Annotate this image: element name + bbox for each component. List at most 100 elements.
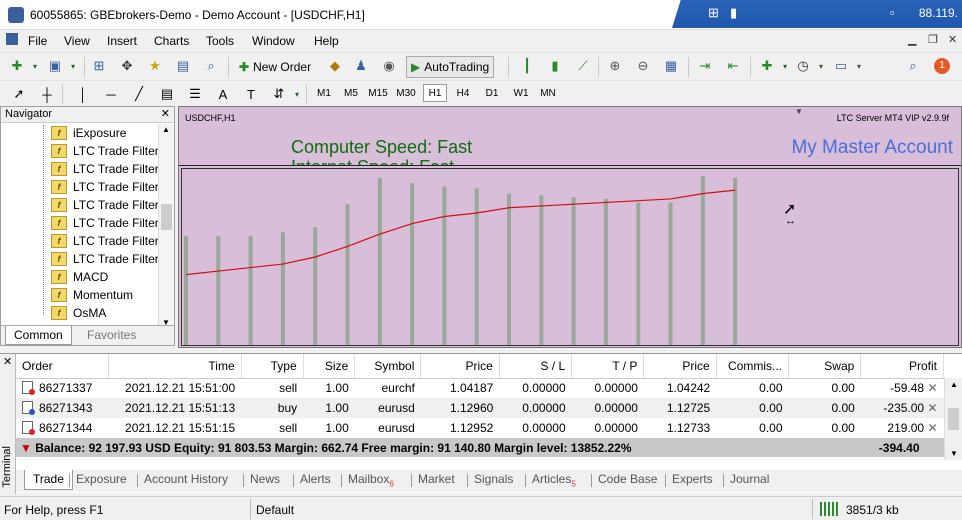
navigator-item[interactable]: f LTC Trade Filter xyxy=(51,214,159,232)
minimize-icon[interactable]: ▫ xyxy=(890,5,895,20)
timeframe-h1[interactable]: H1 xyxy=(423,84,447,102)
menu-window[interactable]: Window xyxy=(252,34,295,48)
new-chart-icon[interactable]: ✚ xyxy=(8,57,26,75)
auto-scroll-icon[interactable]: ⇤ xyxy=(724,57,742,75)
close-order-icon[interactable]: ✕ xyxy=(924,401,937,415)
navigator-item[interactable]: f LTC Trade Filter xyxy=(51,232,159,250)
tab-exposure[interactable]: Exposure xyxy=(72,470,131,490)
timeframe-m5[interactable]: M5 xyxy=(339,84,363,102)
dropdown-icon[interactable]: ▾ xyxy=(26,57,44,75)
trendline-icon[interactable]: ╱ xyxy=(130,85,148,103)
dropdown-icon[interactable]: ▾ xyxy=(776,57,794,75)
column-header[interactable]: Swap xyxy=(788,354,862,379)
dropdown-icon[interactable]: ▾ xyxy=(850,57,868,75)
column-header[interactable]: Price xyxy=(420,354,500,379)
tab-account-history[interactable]: Account History xyxy=(140,470,232,490)
options-icon[interactable]: ♟ xyxy=(352,57,370,75)
vertical-line-icon[interactable]: │ xyxy=(74,85,92,103)
timeframe-d1[interactable]: D1 xyxy=(480,84,504,102)
menu-view[interactable]: View xyxy=(64,34,90,48)
tab-alerts[interactable]: Alerts xyxy=(296,470,335,490)
scroll-thumb[interactable] xyxy=(948,408,959,430)
tab-code-base[interactable]: Code Base xyxy=(594,470,661,490)
timeframe-m30[interactable]: M30 xyxy=(394,84,418,102)
arrows-icon[interactable]: ⇵ xyxy=(270,85,288,103)
fibonacci-icon[interactable]: ☰ xyxy=(186,85,204,103)
templates-icon[interactable]: ▭ xyxy=(832,57,850,75)
market-watch-icon[interactable]: ⊞ xyxy=(90,57,108,75)
subwindow-divider[interactable] xyxy=(179,165,961,166)
scroll-up-icon[interactable]: ▲ xyxy=(950,380,958,389)
scroll-up-icon[interactable]: ▲ xyxy=(162,125,170,134)
network-icon[interactable]: ⊞ xyxy=(708,5,719,21)
navigator-item[interactable]: f Momentum xyxy=(51,286,133,304)
data-window-icon[interactable]: ✥ xyxy=(118,57,136,75)
close-icon[interactable]: ✕ xyxy=(3,355,12,368)
navigator-item[interactable]: f LTC Trade Filter xyxy=(51,178,159,196)
tab-signals[interactable]: Signals xyxy=(470,470,517,490)
tab-news[interactable]: News xyxy=(246,470,284,490)
chart-window[interactable]: USDCHF,H1 LTC Server MT4 VIP v2.9.9f ▼ C… xyxy=(178,106,962,348)
navigator-item[interactable]: f LTC Trade Filter xyxy=(51,196,159,214)
column-header[interactable]: Commis... xyxy=(716,354,790,379)
menu-insert[interactable]: Insert xyxy=(107,34,137,48)
column-header[interactable]: Time xyxy=(108,354,242,379)
tab-market[interactable]: Market xyxy=(414,470,459,490)
chart-shift-icon[interactable]: ⇥ xyxy=(696,57,714,75)
candlestick-icon[interactable]: ▮ xyxy=(546,57,564,75)
tab-experts[interactable]: Experts xyxy=(668,470,717,490)
periods-icon[interactable]: ◷ xyxy=(794,57,812,75)
tab-common[interactable]: Common xyxy=(5,326,72,345)
menu-file[interactable]: File xyxy=(28,34,47,48)
tab-articles[interactable]: Articles5 xyxy=(528,470,580,490)
navigator-scrollbar[interactable]: ▲ ▼ xyxy=(158,124,174,328)
new-order-button[interactable]: ✚ New Order xyxy=(234,56,316,78)
table-row[interactable]: 86271344 2021.12.21 15:51:15 sell 1.00 eurus… xyxy=(16,418,944,438)
timeframe-mn[interactable]: MN xyxy=(536,84,560,102)
zoom-in-icon[interactable]: ⊕ xyxy=(606,57,624,75)
column-header[interactable]: Symbol xyxy=(354,354,422,379)
tab-trade[interactable]: Trade xyxy=(24,470,73,490)
navigator-item[interactable]: f OsMA xyxy=(51,304,106,322)
column-header[interactable]: Profit xyxy=(860,354,944,379)
column-header[interactable]: Size xyxy=(303,354,356,379)
menu-tools[interactable]: Tools xyxy=(206,34,234,48)
search-icon[interactable]: ⌕ xyxy=(904,57,922,75)
navigator-item[interactable]: f LTC Trade Filter xyxy=(51,250,159,268)
tile-windows-icon[interactable]: ▦ xyxy=(662,57,680,75)
mdi-close-icon[interactable]: ✕ xyxy=(948,33,957,46)
close-icon[interactable]: ✕ xyxy=(161,107,170,122)
column-header[interactable]: S / L xyxy=(499,354,573,379)
mdi-icon[interactable] xyxy=(6,33,18,45)
terminal-icon[interactable]: ▤ xyxy=(174,57,192,75)
navigator-item[interactable]: f LTC Trade Filter xyxy=(51,142,159,160)
mdi-minimize-icon[interactable]: ▁ xyxy=(908,33,916,46)
text-label-icon[interactable]: T xyxy=(242,85,260,103)
bar-chart-icon[interactable]: ┃ xyxy=(518,57,536,75)
close-order-icon[interactable]: ✕ xyxy=(924,421,937,435)
close-order-icon[interactable]: ✕ xyxy=(924,381,937,395)
column-header[interactable]: Type xyxy=(241,354,304,379)
table-row[interactable]: 86271343 2021.12.21 15:51:13 buy 1.00 eurusd… xyxy=(16,398,944,418)
zoom-out-icon[interactable]: ⊖ xyxy=(634,57,652,75)
cursor-icon[interactable]: ➚ xyxy=(10,85,28,103)
strategy-tester-icon[interactable]: ⌕ xyxy=(202,57,220,75)
column-header[interactable]: T / P xyxy=(571,354,645,379)
scroll-down-icon[interactable]: ▼ xyxy=(950,449,958,458)
terminal-scrollbar[interactable]: ▲ ▼ xyxy=(944,378,962,460)
line-chart-icon[interactable]: ⟋ xyxy=(574,57,592,75)
autotrading-button[interactable]: ▶ AutoTrading xyxy=(406,56,495,78)
horizontal-line-icon[interactable]: ─ xyxy=(102,85,120,103)
dropdown-icon[interactable]: ▾ xyxy=(288,85,306,103)
menu-help[interactable]: Help xyxy=(314,34,339,48)
timeframe-m15[interactable]: M15 xyxy=(366,84,390,102)
timeframe-m1[interactable]: M1 xyxy=(312,84,336,102)
navigator-item[interactable]: f iExposure xyxy=(51,124,126,142)
metaeditor-icon[interactable]: ◆ xyxy=(326,57,344,75)
timeframe-h4[interactable]: H4 xyxy=(451,84,475,102)
text-icon[interactable]: A xyxy=(214,85,232,103)
dropdown-icon[interactable]: ▾ xyxy=(812,57,830,75)
menu-charts[interactable]: Charts xyxy=(154,34,189,48)
column-header[interactable]: Price xyxy=(643,354,717,379)
column-header[interactable]: Order xyxy=(16,354,110,379)
